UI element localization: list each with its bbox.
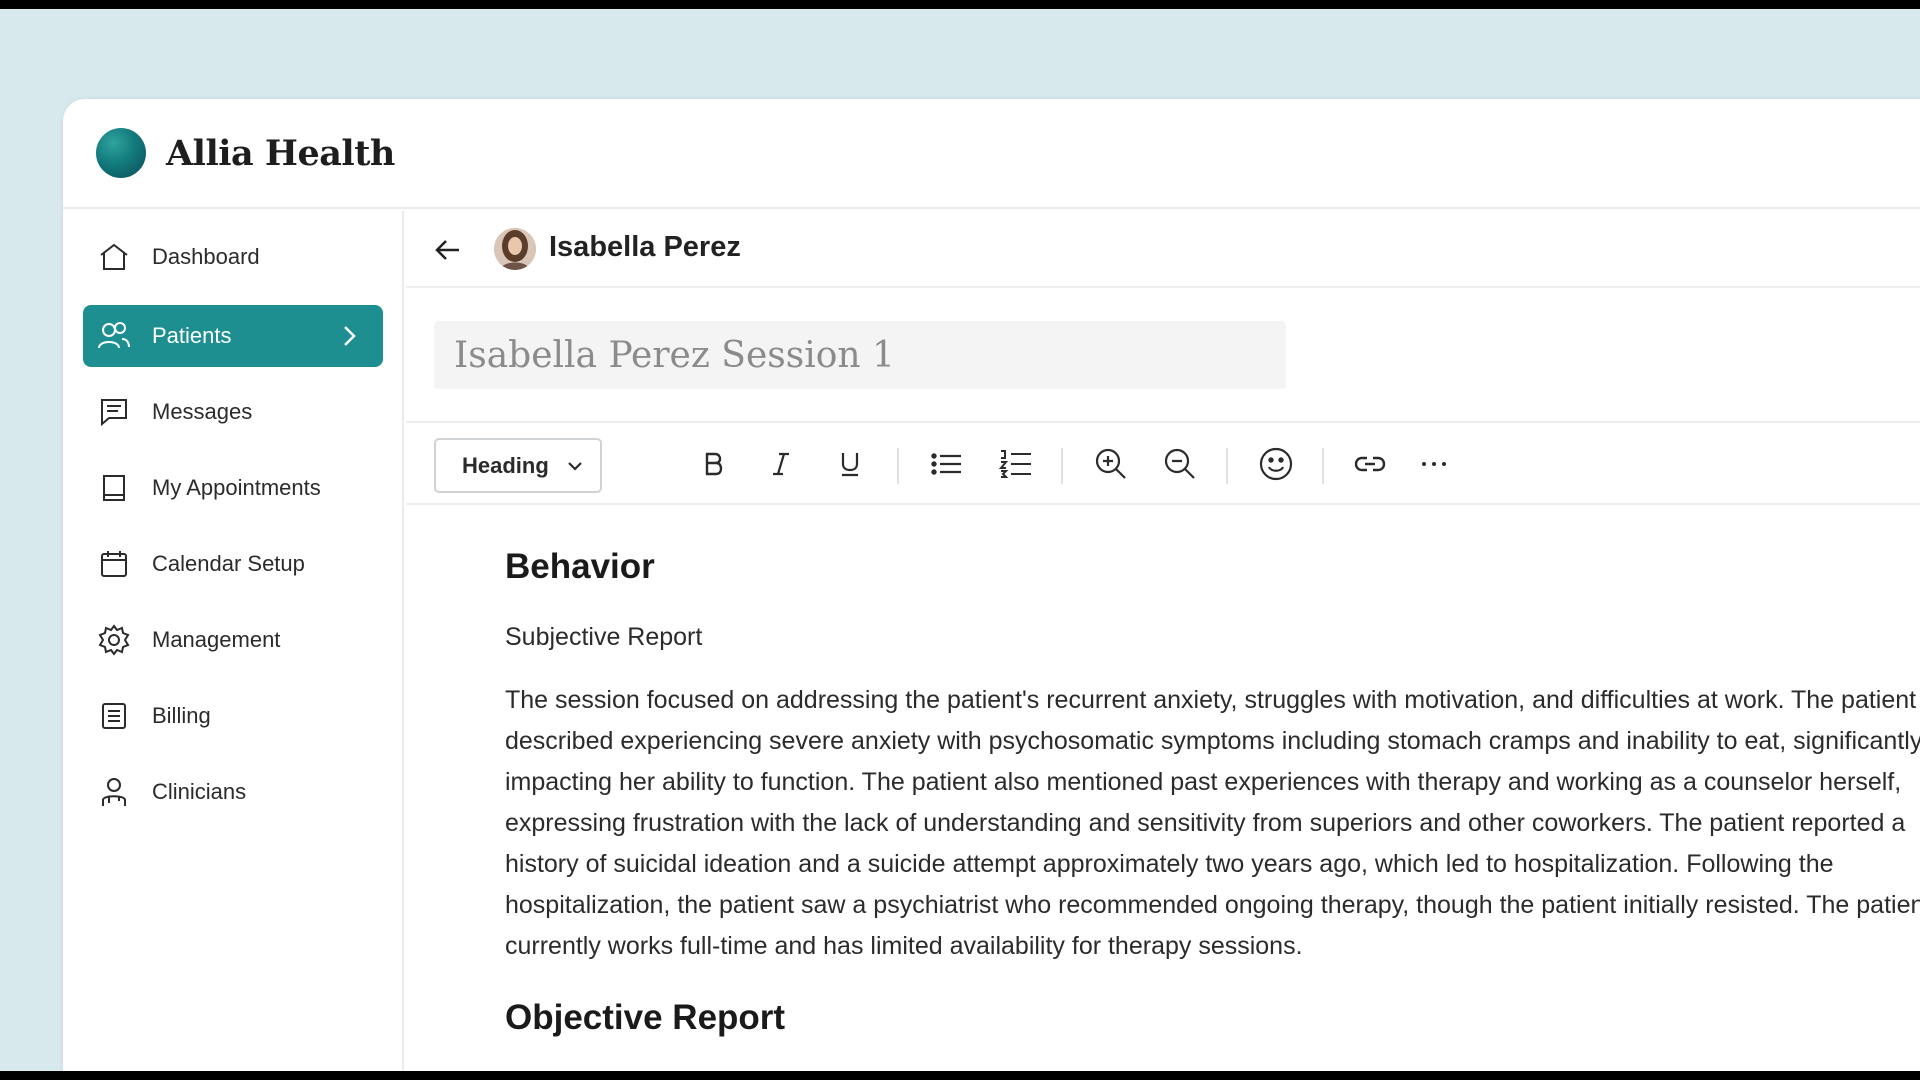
zoom-out-icon[interactable]: [1159, 443, 1201, 485]
bullet-list-icon[interactable]: [925, 443, 967, 485]
subheading: Subjective Report: [505, 623, 703, 651]
brand-name: Allia Health: [166, 132, 395, 174]
users-icon: [97, 319, 131, 353]
link-icon[interactable]: [1349, 443, 1391, 485]
toolbar-divider: [897, 448, 899, 484]
logo-icon: [96, 128, 146, 178]
brand-header: Allia Health: [63, 99, 1920, 209]
sidebar-item-label: Dashboard: [152, 244, 260, 269]
note-title-input[interactable]: Isabella Perez Session 1: [434, 321, 1286, 389]
sidebar: Dashboard Patients Messages My Appointme…: [63, 211, 404, 1071]
block-type-select[interactable]: Heading: [434, 438, 602, 493]
sidebar-item-billing[interactable]: Billing: [83, 685, 383, 747]
sidebar-item-management[interactable]: Management: [83, 609, 383, 671]
next-section-heading: Objective Report: [505, 998, 786, 1037]
clinician-icon: [97, 775, 131, 809]
zoom-in-icon[interactable]: [1090, 443, 1132, 485]
emoji-icon[interactable]: [1255, 443, 1297, 485]
patient-name: Isabella Perez: [549, 231, 741, 263]
sidebar-item-label: Clinicians: [152, 779, 247, 804]
chevron-right-icon: [333, 320, 365, 352]
sidebar-item-label: Management: [152, 627, 281, 652]
avatar: [494, 228, 536, 270]
app-window: Allia Health Dashboard Patients Messages…: [63, 99, 1920, 1071]
sidebar-item-my-appointments[interactable]: My Appointments: [83, 457, 383, 519]
back-arrow-icon[interactable]: [431, 233, 465, 267]
more-icon[interactable]: [1413, 443, 1455, 485]
toolbar-divider: [1061, 448, 1063, 484]
sidebar-item-clinicians[interactable]: Clinicians: [83, 761, 383, 823]
main-panel: Isabella Perez Isabella Perez Session 1 …: [406, 211, 1920, 1071]
toolbar-divider: [1322, 448, 1324, 484]
toolbar-divider: [1226, 448, 1228, 484]
sidebar-item-label: My Appointments: [152, 475, 321, 500]
editor-toolbar: Heading: [406, 421, 1920, 505]
sidebar-item-label: Billing: [152, 703, 211, 728]
bold-icon[interactable]: [692, 443, 734, 485]
italic-icon[interactable]: [760, 443, 802, 485]
chevron-down-icon: [564, 455, 586, 477]
home-icon: [97, 240, 131, 274]
sidebar-item-label: Patients: [152, 323, 232, 348]
sidebar-item-label: Messages: [152, 399, 253, 424]
book-icon: [97, 471, 131, 505]
calendar-icon: [97, 547, 131, 581]
numbered-list-icon[interactable]: [994, 443, 1036, 485]
sidebar-item-label: Calendar Setup: [152, 551, 305, 576]
underline-icon[interactable]: [829, 443, 871, 485]
document-icon: [97, 699, 131, 733]
app-background: Allia Health Dashboard Patients Messages…: [0, 9, 1920, 1071]
message-icon: [97, 395, 131, 429]
sidebar-item-messages[interactable]: Messages: [83, 381, 383, 443]
sidebar-item-dashboard[interactable]: Dashboard: [83, 226, 383, 288]
sidebar-item-calendar-setup[interactable]: Calendar Setup: [83, 533, 383, 595]
section-heading: Behavior: [505, 547, 655, 586]
block-type-label: Heading: [462, 452, 549, 478]
patient-header: Isabella Perez: [406, 211, 1920, 288]
gear-icon: [97, 623, 131, 657]
sidebar-item-patients[interactable]: Patients: [83, 305, 383, 367]
session-paragraph: The session focused on addressing the pa…: [505, 686, 1920, 960]
